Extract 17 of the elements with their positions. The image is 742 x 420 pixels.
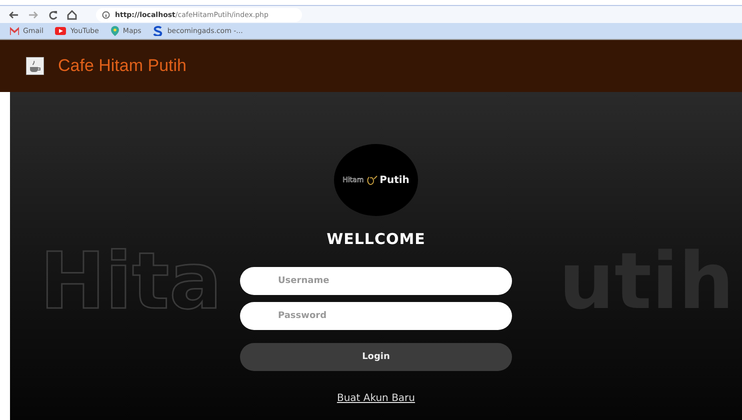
gmail-icon <box>10 27 19 35</box>
info-icon <box>102 10 110 18</box>
login-button[interactable]: Login <box>240 343 512 371</box>
home-icon[interactable] <box>67 10 77 20</box>
input-field[interactable]: Password <box>240 302 512 330</box>
back-icon[interactable] <box>8 10 19 20</box>
s-letter-icon <box>153 26 164 36</box>
logo-text: Putih <box>380 174 410 186</box>
map-pin-icon <box>110 26 119 36</box>
site-title: Cafe Hitam Putih <box>58 56 186 76</box>
reload-icon[interactable] <box>48 10 58 20</box>
swirl-icon <box>366 174 378 186</box>
youtube-icon <box>55 27 66 35</box>
create-account-link[interactable]: Buat Akun Baru <box>336 393 416 404</box>
cup-icon <box>26 57 44 75</box>
welcome-heading: WELLCOME <box>326 230 426 248</box>
input-field[interactable]: Username <box>240 267 512 295</box>
